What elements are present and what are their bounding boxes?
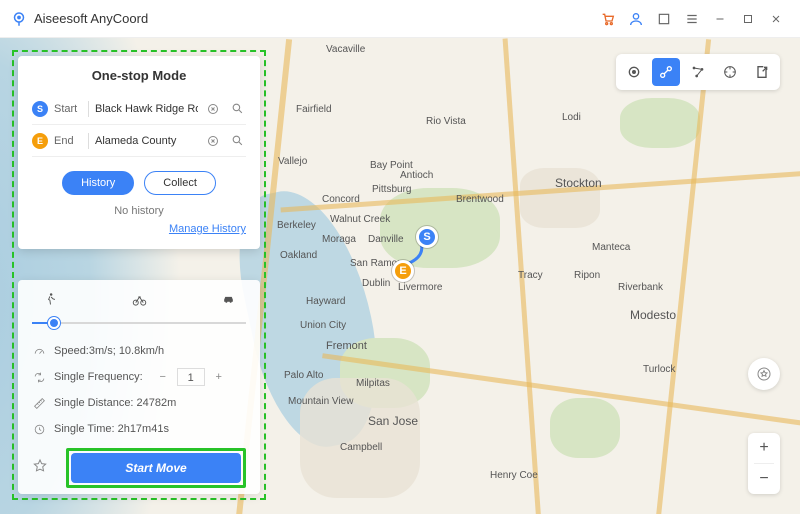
map-label: Vacaville: [326, 44, 365, 55]
start-badge-icon: S: [32, 101, 48, 117]
favorite-star-icon[interactable]: [32, 458, 56, 479]
start-row: S Start Black Hawk Ridge Roa: [32, 93, 246, 125]
map-label: Walnut Creek: [330, 214, 390, 225]
map-label: Rio Vista: [426, 116, 466, 127]
map-label: Berkeley: [277, 220, 316, 231]
map-label: Lodi: [562, 112, 581, 123]
freq-plus-button[interactable]: +: [211, 369, 227, 385]
map-label: Antioch: [400, 170, 433, 181]
walk-icon[interactable]: [38, 292, 62, 312]
map-label: Milpitas: [356, 378, 390, 389]
route-panel: One-stop Mode S Start Black Hawk Ridge R…: [18, 56, 260, 249]
logo-pin-icon: [10, 10, 28, 28]
end-marker[interactable]: E: [392, 260, 414, 282]
window-icon[interactable]: [650, 5, 678, 33]
history-tab[interactable]: History: [62, 171, 134, 195]
map-label: Manteca: [592, 242, 630, 253]
frequency-row: Single Frequency: − 1 +: [32, 364, 246, 390]
map-label: Ripon: [574, 270, 600, 281]
map-label: Stockton: [555, 176, 602, 190]
collect-tab[interactable]: Collect: [144, 171, 216, 195]
clock-icon: [32, 423, 46, 436]
map-label: San Jose: [368, 414, 418, 428]
map-label: Brentwood: [456, 194, 504, 205]
start-label: Start: [54, 103, 82, 115]
gauge-icon: [32, 345, 46, 358]
zoom-control: + −: [748, 433, 780, 494]
map-label: Turlock: [643, 364, 675, 375]
panel-title: One-stop Mode: [32, 68, 246, 83]
bike-icon[interactable]: [127, 292, 151, 312]
mode-export-icon[interactable]: [748, 58, 776, 86]
map-label: Tracy: [518, 270, 543, 281]
repeat-icon: [32, 371, 46, 384]
map-label: Mountain View: [288, 396, 353, 407]
clear-end-icon[interactable]: [204, 132, 222, 150]
end-badge-icon: E: [32, 133, 48, 149]
freq-input[interactable]: 1: [177, 368, 205, 386]
time-row: Single Time: 2h17m41s: [32, 416, 246, 442]
map-label: Concord: [322, 194, 360, 205]
map-label: Henry Coe: [490, 470, 538, 481]
distance-text: Single Distance: 24782m: [54, 397, 176, 409]
mode-joystick-icon[interactable]: [716, 58, 744, 86]
end-row: E End Alameda County: [32, 125, 246, 157]
end-input[interactable]: Alameda County: [95, 135, 198, 147]
search-start-icon[interactable]: [228, 100, 246, 118]
map-label: Hayward: [306, 296, 345, 307]
account-icon[interactable]: [622, 5, 650, 33]
map-label: Bay Point: [370, 160, 413, 171]
cart-icon[interactable]: [594, 5, 622, 33]
ruler-icon: [32, 397, 46, 410]
freq-minus-button[interactable]: −: [155, 369, 171, 385]
map-label: Danville: [368, 234, 404, 245]
highlight-start-button: Start Move: [66, 448, 246, 488]
highlight-frame: One-stop Mode S Start Black Hawk Ridge R…: [12, 50, 266, 500]
time-text: Single Time: 2h17m41s: [54, 423, 169, 435]
clear-start-icon[interactable]: [204, 100, 222, 118]
minimize-button[interactable]: [706, 5, 734, 33]
app-logo: Aiseesoft AnyCoord: [10, 10, 148, 28]
speed-row: Speed:3m/s; 10.8km/h: [32, 338, 246, 364]
map-label: Dublin: [362, 278, 390, 289]
titlebar: Aiseesoft AnyCoord: [0, 0, 800, 38]
distance-row: Single Distance: 24782m: [32, 390, 246, 416]
map-label: Fremont: [326, 340, 367, 352]
map-label: Riverbank: [618, 282, 663, 293]
app-title: Aiseesoft AnyCoord: [34, 11, 148, 26]
settings-panel: Speed:3m/s; 10.8km/h Single Frequency: −…: [18, 280, 260, 494]
speed-text: Speed:3m/s; 10.8km/h: [54, 345, 164, 357]
mode-multistop-icon[interactable]: [684, 58, 712, 86]
maximize-button[interactable]: [734, 5, 762, 33]
map-label: Modesto: [630, 308, 676, 322]
map-label: Oakland: [280, 250, 317, 261]
no-history-text: No history: [32, 205, 246, 217]
zoom-in-button[interactable]: +: [748, 433, 780, 463]
start-marker[interactable]: S: [416, 226, 438, 248]
frequency-label: Single Frequency:: [54, 371, 143, 383]
manage-history-link[interactable]: Manage History: [32, 223, 246, 235]
map-label: Livermore: [398, 282, 442, 293]
map-favorite-icon[interactable]: [748, 358, 780, 390]
transport-mode-row: [32, 292, 246, 316]
end-label: End: [54, 135, 82, 147]
car-icon[interactable]: [216, 292, 240, 312]
zoom-out-button[interactable]: −: [748, 464, 780, 494]
mode-onestop-icon[interactable]: [652, 58, 680, 86]
map-label: Vallejo: [278, 156, 307, 167]
map-label: Pittsburg: [372, 184, 411, 195]
speed-slider[interactable]: [32, 316, 246, 330]
map-label: Palo Alto: [284, 370, 323, 381]
map-label: Fairfield: [296, 104, 332, 115]
close-button[interactable]: [762, 5, 790, 33]
start-move-button[interactable]: Start Move: [71, 453, 241, 483]
search-end-icon[interactable]: [228, 132, 246, 150]
map-label: Union City: [300, 320, 346, 331]
map-mode-toolbar: [616, 54, 780, 90]
map-label: Campbell: [340, 442, 382, 453]
mode-locate-icon[interactable]: [620, 58, 648, 86]
menu-icon[interactable]: [678, 5, 706, 33]
start-input[interactable]: Black Hawk Ridge Roa: [95, 103, 198, 115]
map-label: Moraga: [322, 234, 356, 245]
